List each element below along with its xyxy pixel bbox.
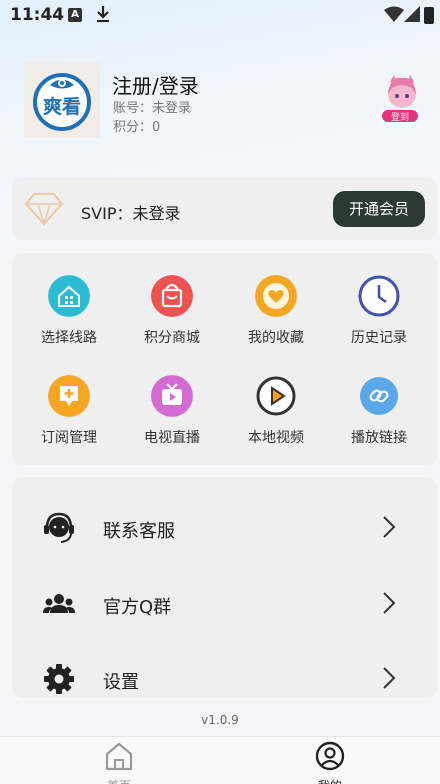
grid-item-points-mall[interactable]: 积分商城	[122, 267, 222, 357]
grid-label: 播放链接	[351, 430, 407, 446]
account-text: 账号：未登录	[113, 101, 192, 116]
points-text: 积分：0	[113, 120, 161, 135]
tab-label: 首页	[89, 777, 149, 784]
svip-status: SVIP：未登录	[81, 204, 181, 223]
home-network-icon	[48, 275, 90, 317]
svip-card: SVIP：未登录 开通会员	[12, 178, 437, 240]
grid-item-play-link[interactable]: 播放链接	[329, 367, 429, 457]
grid-label: 历史记录	[351, 330, 407, 346]
wifi-icon	[384, 6, 404, 22]
user-circle-icon	[315, 741, 345, 771]
app-logo-icon: 爽看	[33, 73, 91, 131]
menu-list: 联系客服 官方Q群 设置	[12, 477, 437, 698]
download-icon	[97, 6, 109, 22]
avatar[interactable]: 爽看	[24, 62, 100, 138]
diamond-icon	[24, 193, 64, 226]
login-register-link[interactable]: 注册/登录	[112, 70, 199, 99]
tab-home[interactable]: 首页	[89, 741, 149, 784]
chevron-right-icon	[383, 592, 396, 614]
grid-label: 选择线路	[41, 330, 97, 346]
chevron-right-icon	[383, 667, 396, 689]
heart-icon	[255, 275, 297, 317]
battery-icon	[424, 7, 434, 24]
customer-service-icon	[44, 512, 74, 543]
menu-item-settings[interactable]: 设置	[12, 648, 437, 708]
grid-item-local-video[interactable]: 本地视频	[226, 367, 326, 457]
feature-grid: 选择线路 积分商城 我的收藏 历史记录 订阅管理 电视直播 本地视频 播放链接	[12, 253, 437, 465]
grid-label: 积分商城	[144, 330, 200, 346]
app-version: v1.0.9	[201, 713, 239, 727]
shopping-bag-icon	[151, 275, 193, 317]
status-bar: 11:44 A	[0, 0, 440, 30]
grid-label: 我的收藏	[248, 330, 304, 346]
link-icon	[360, 377, 398, 415]
checkin-label: 登到	[380, 108, 420, 124]
avatar-text: 爽看	[43, 95, 81, 118]
grid-item-favorites[interactable]: 我的收藏	[226, 267, 326, 357]
bottom-tab-bar: 首页 我的	[0, 736, 440, 784]
chevron-right-icon	[383, 516, 396, 538]
grid-item-live-tv[interactable]: 电视直播	[122, 367, 222, 457]
menu-item-qq-group[interactable]: 官方Q群	[12, 573, 437, 633]
grid-label: 本地视频	[248, 430, 304, 446]
status-time: 11:44	[10, 5, 65, 25]
menu-item-customer-service[interactable]: 联系客服	[12, 497, 437, 557]
grid-item-subscription[interactable]: 订阅管理	[19, 367, 119, 457]
grid-item-history[interactable]: 历史记录	[329, 267, 429, 357]
tab-label: 我的	[300, 777, 360, 784]
checkin-button[interactable]: 登到	[380, 74, 424, 124]
group-icon	[43, 594, 75, 613]
tab-mine[interactable]: 我的	[300, 741, 360, 784]
grid-label: 电视直播	[144, 430, 200, 446]
play-circle-icon	[256, 376, 296, 416]
open-membership-button[interactable]: 开通会员	[333, 191, 425, 227]
menu-label: 官方Q群	[103, 597, 172, 618]
home-icon	[105, 742, 133, 771]
menu-label: 设置	[103, 672, 139, 693]
notification-app-icon: A	[68, 8, 82, 22]
gear-icon	[44, 664, 74, 694]
grid-label: 订阅管理	[41, 430, 97, 446]
subscription-icon	[48, 375, 90, 417]
signal-icon	[404, 6, 420, 22]
tv-icon	[151, 375, 193, 417]
clock-icon	[358, 275, 400, 317]
grid-item-route[interactable]: 选择线路	[19, 267, 119, 357]
menu-label: 联系客服	[103, 521, 175, 542]
profile-header: 爽看 注册/登录 账号：未登录 积分：0 登到	[24, 62, 424, 142]
